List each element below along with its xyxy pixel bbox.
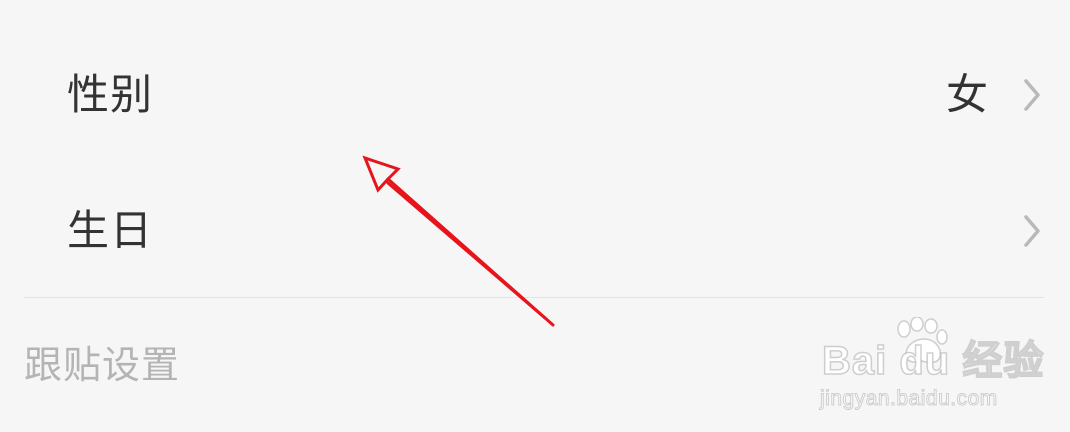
paw-icon <box>897 317 948 364</box>
watermark-url: jingyan.baidu.com <box>820 387 998 411</box>
birthday-row[interactable]: 生日 <box>0 163 1070 299</box>
birthday-label: 生日 <box>67 206 154 255</box>
chevron-right-icon <box>1024 79 1040 111</box>
baidu-jingyan-watermark: Bai du 经验 jingyan.baidu.com <box>818 315 1044 415</box>
gender-value: 女 <box>945 70 988 119</box>
section-title-reply-settings: 跟贴设置 <box>24 343 181 387</box>
chevron-right-icon <box>1024 215 1040 247</box>
watermark-logo: Bai du 经验 <box>821 338 1045 384</box>
gender-row[interactable]: 性别 女 <box>0 27 1070 163</box>
gender-label: 性别 <box>67 70 154 119</box>
section-divider <box>24 297 1044 298</box>
